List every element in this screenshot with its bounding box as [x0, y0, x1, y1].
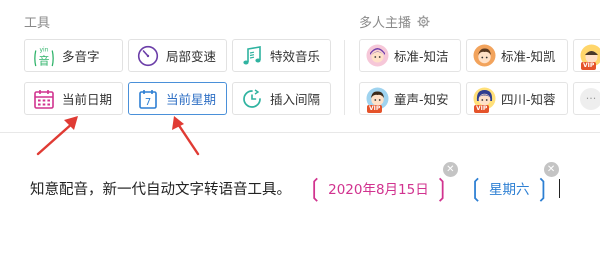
voice-sichuan-zhirong[interactable]: VIP 四川-知蓉: [466, 82, 568, 115]
child-avatar-blue: VIP: [366, 87, 389, 113]
text-editor[interactable]: 知意配音，新一代自动文字转语音工具。 ❲ 2020年8月15日 ❳ ✕ ❲ 星期…: [30, 162, 560, 202]
voice-label: 四川-知蓉: [501, 92, 556, 107]
current-week-button[interactable]: 7 当前星期: [128, 82, 227, 115]
insert-interval-button[interactable]: 插入间隔: [232, 82, 331, 115]
interval-clock-icon: [241, 88, 263, 110]
insert-interval-label: 插入间隔: [270, 92, 321, 107]
voice-biaozhun-zhikai[interactable]: 标准-知凯: [466, 39, 568, 72]
svg-text:7: 7: [145, 97, 151, 108]
vip-badge: VIP: [367, 105, 383, 113]
vip-badge: VIP: [474, 105, 490, 113]
current-date-label: 当前日期: [62, 92, 113, 107]
voice-label: 标准-知洁: [394, 49, 449, 64]
gear-icon[interactable]: [417, 15, 430, 28]
voice-biaozhun-zhijie[interactable]: 标准-知洁: [359, 39, 461, 72]
boy-avatar-orange: [473, 44, 496, 67]
week-calendar-icon: 7: [137, 88, 159, 110]
voice-tongsheng-zhian[interactable]: VIP 童声-知安: [359, 82, 461, 115]
voices-section-title: 多人主播: [359, 12, 430, 31]
date-tag-left-bracket: ❲: [305, 174, 326, 202]
week-tag-left-bracket: ❲: [465, 174, 486, 202]
week-tag[interactable]: ❲ 星期六 ❳ ✕: [465, 162, 559, 202]
date-tag[interactable]: ❲ 2020年8月15日 ❳ ✕: [305, 162, 458, 202]
effect-music-label: 特效音乐: [270, 49, 321, 64]
voice-partial[interactable]: VIP: [573, 39, 600, 72]
duoyin-icon: yin 音: [33, 45, 55, 67]
week-tag-right-bracket: ❳: [532, 174, 553, 202]
toolbar-divider: [0, 132, 600, 133]
voice-label: 标准-知凯: [501, 49, 556, 64]
red-arrow-right: [172, 116, 200, 156]
close-icon[interactable]: ✕: [442, 162, 458, 177]
girl-avatar-yellow: VIP: [473, 87, 496, 113]
more-icon: ···: [580, 87, 600, 110]
svg-text:yin: yin: [40, 46, 49, 53]
more-voices-button[interactable]: ···: [573, 82, 600, 115]
duoyin-button[interactable]: yin 音 多音字: [24, 39, 123, 72]
week-tag-text: 星期六: [488, 182, 530, 198]
child-avatar-partial: VIP: [580, 44, 600, 70]
close-icon[interactable]: ✕: [543, 162, 559, 177]
music-notes-icon: [241, 45, 263, 67]
tools-section-title: 工具: [24, 16, 51, 31]
effect-music-button[interactable]: 特效音乐: [232, 39, 331, 72]
current-week-label: 当前星期: [166, 92, 217, 107]
local-speed-button[interactable]: 局部变速: [128, 39, 227, 72]
editor-text: 知意配音，新一代自动文字转语音工具。: [30, 181, 291, 198]
text-caret: [558, 178, 560, 198]
date-tag-right-bracket: ❳: [431, 174, 452, 202]
local-speed-label: 局部变速: [166, 49, 217, 64]
voices-title-label: 多人主播: [359, 16, 412, 31]
date-tag-text: 2020年8月15日: [328, 182, 429, 198]
voice-label: 童声-知安: [394, 92, 449, 107]
svg-text:音: 音: [39, 53, 50, 67]
girl-avatar-pink: [366, 44, 389, 67]
red-arrow-left: [36, 116, 78, 156]
section-divider: [344, 40, 345, 115]
calendar-icon: [33, 88, 55, 110]
current-date-button[interactable]: 当前日期: [24, 82, 123, 115]
speed-dial-icon: [137, 45, 159, 67]
duoyin-label: 多音字: [62, 49, 100, 64]
vip-badge: VIP: [581, 62, 597, 70]
